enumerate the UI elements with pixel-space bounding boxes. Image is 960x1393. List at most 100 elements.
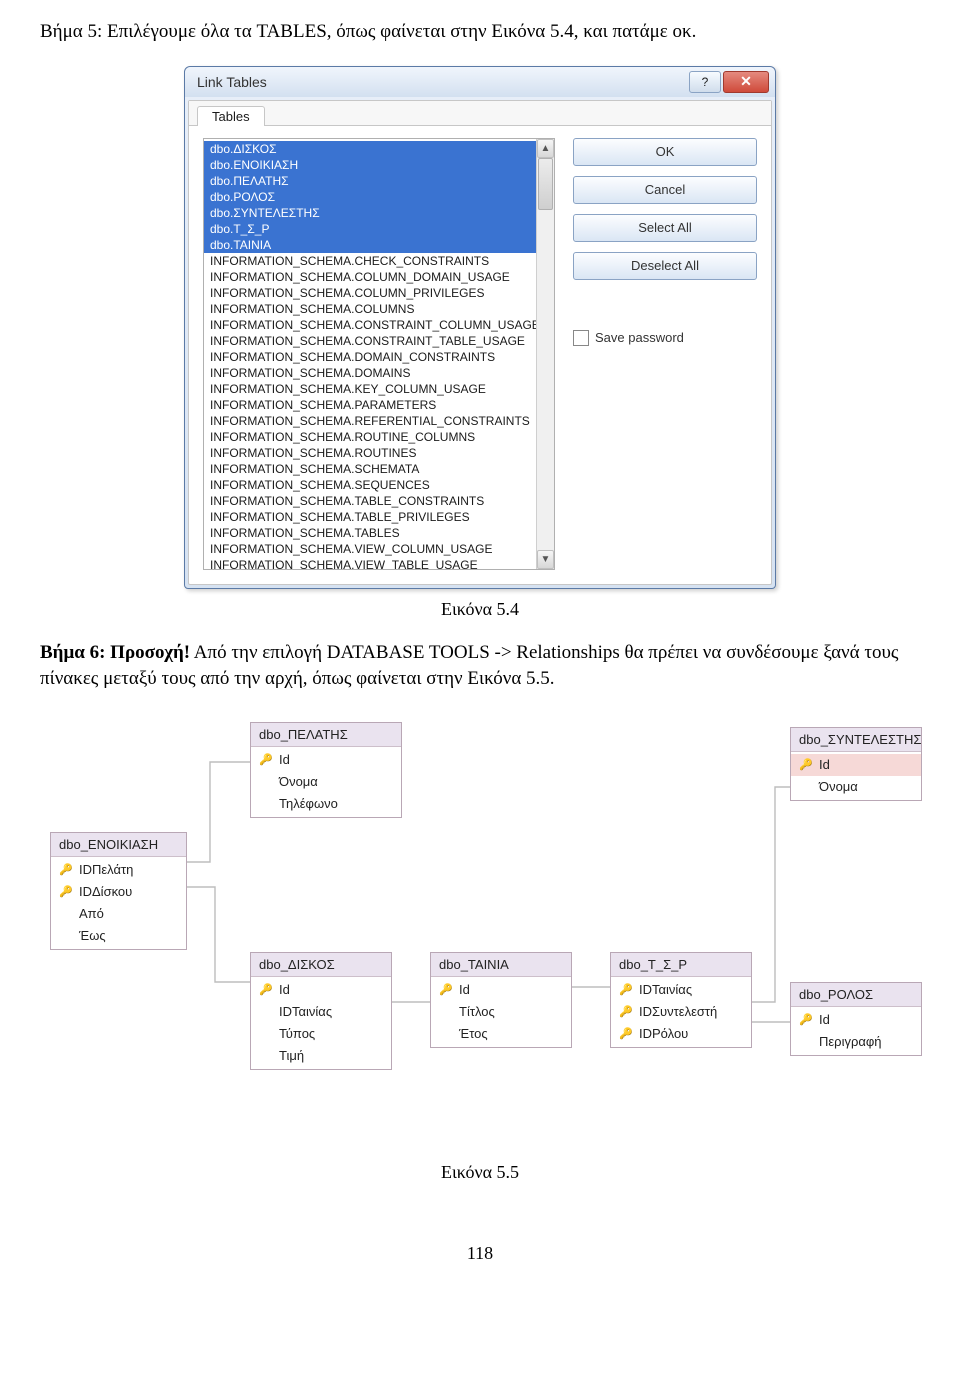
erd-field: Περιγραφή [791, 1031, 921, 1053]
erd-table-tainia[interactable]: dbo_ΤΑΙΝΙΑ 🔑 Id Τίτλος Έτος [430, 952, 572, 1048]
erd-field-label: Τίτλος [459, 1003, 495, 1021]
dialog-titlebar: Link Tables ? ✕ [185, 67, 775, 97]
list-item[interactable]: INFORMATION_SCHEMA.CONSTRAINT_COLUMN_USA… [204, 317, 537, 333]
erd-field: Τίτλος [431, 1001, 571, 1023]
list-item[interactable]: INFORMATION_SCHEMA.COLUMNS [204, 301, 537, 317]
cancel-button[interactable]: Cancel [573, 176, 757, 204]
list-item[interactable]: INFORMATION_SCHEMA.COLUMN_DOMAIN_USAGE [204, 269, 537, 285]
tables-listbox[interactable]: dbo.ΔΙΣΚΟΣdbo.ΕΝΟΙΚΙΑΣΗdbo.ΠΕΛΑΤΗΣdbo.ΡΟ… [203, 138, 555, 570]
list-item[interactable]: INFORMATION_SCHEMA.TABLES [204, 525, 537, 541]
list-item[interactable]: dbo.Τ_Σ_Ρ [204, 221, 537, 237]
key-icon: 🔑 [619, 1003, 633, 1021]
list-item[interactable]: INFORMATION_SCHEMA.TABLE_CONSTRAINTS [204, 493, 537, 509]
key-icon: 🔑 [259, 981, 273, 999]
page-number: 118 [40, 1243, 920, 1264]
link-tables-dialog: Link Tables ? ✕ Tables dbo.ΔΙΣΚΟΣdbo.ΕΝΟ… [184, 66, 776, 589]
save-password-checkbox[interactable] [573, 330, 589, 346]
erd-field: Από [51, 903, 186, 925]
list-item[interactable]: dbo.ΤΑΙΝΙΑ [204, 237, 537, 253]
erd-field: 🔑IDΤαινίας [611, 979, 751, 1001]
scroll-up-icon[interactable]: ▲ [537, 139, 554, 158]
key-icon: 🔑 [799, 756, 813, 774]
erd-field-label: Τηλέφωνο [279, 795, 338, 813]
key-icon: 🔑 [439, 981, 453, 999]
list-item[interactable]: dbo.ΡΟΛΟΣ [204, 189, 537, 205]
key-icon: 🔑 [59, 861, 73, 879]
erd-field-label: Περιγραφή [819, 1033, 882, 1051]
erd-field: 🔑Id [791, 1009, 921, 1031]
help-icon[interactable]: ? [689, 71, 721, 93]
list-item[interactable]: dbo.ΔΙΣΚΟΣ [204, 141, 537, 157]
list-item[interactable]: INFORMATION_SCHEMA.SEQUENCES [204, 477, 537, 493]
list-item[interactable]: INFORMATION_SCHEMA.CONSTRAINT_TABLE_USAG… [204, 333, 537, 349]
erd-field: 🔑IDΡόλου [611, 1023, 751, 1045]
erd-table-title: dbo_Τ_Σ_Ρ [611, 953, 751, 977]
list-item[interactable]: INFORMATION_SCHEMA.TABLE_PRIVILEGES [204, 509, 537, 525]
erd-table-enoikiasi[interactable]: dbo_ΕΝΟΙΚΙΑΣΗ🔑IDΠελάτη🔑IDΔίσκουΑπόΈως [50, 832, 187, 950]
key-icon: 🔑 [619, 1025, 633, 1043]
erd-field-label: Έως [79, 927, 106, 945]
tab-tables[interactable]: Tables [197, 106, 265, 126]
erd-table-title: dbo_ΠΕΛΑΤΗΣ [251, 723, 401, 747]
erd-field: Όνομα [251, 771, 401, 793]
list-item[interactable]: INFORMATION_SCHEMA.REFERENTIAL_CONSTRAIN… [204, 413, 537, 429]
erd-table-diskos[interactable]: dbo_ΔΙΣΚΟΣ🔑IdIDΤαινίαςΤύποςΤιμή [250, 952, 392, 1070]
erd-field: Τιμή [251, 1045, 391, 1067]
erd-field: 🔑 Id [431, 979, 571, 1001]
deselect-all-button[interactable]: Deselect All [573, 252, 757, 280]
erd-field-label: Όνομα [819, 778, 858, 796]
list-item[interactable]: INFORMATION_SCHEMA.DOMAINS [204, 365, 537, 381]
list-item[interactable]: INFORMATION_SCHEMA.SCHEMATA [204, 461, 537, 477]
list-item[interactable]: INFORMATION_SCHEMA.DOMAIN_CONSTRAINTS [204, 349, 537, 365]
erd-field: Όνομα [791, 776, 921, 798]
list-item[interactable]: INFORMATION_SCHEMA.VIEW_TABLE_USAGE [204, 557, 537, 569]
list-item[interactable]: INFORMATION_SCHEMA.VIEW_COLUMN_USAGE [204, 541, 537, 557]
erd-field-label: Id [459, 981, 470, 999]
list-item[interactable]: dbo.ΣΥΝΤΕΛΕΣΤΗΣ [204, 205, 537, 221]
erd-field-label: Id [819, 756, 830, 774]
erd-table-tsp[interactable]: dbo_Τ_Σ_Ρ🔑IDΤαινίας🔑IDΣυντελεστή🔑IDΡόλου [610, 952, 752, 1048]
step5-text: Βήμα 5: Επιλέγουμε όλα τα TABLES, όπως φ… [40, 19, 920, 46]
erd-field-label: IDΣυντελεστή [639, 1003, 717, 1021]
list-item[interactable]: INFORMATION_SCHEMA.KEY_COLUMN_USAGE [204, 381, 537, 397]
erd-field-label: IDΤαινίας [639, 981, 692, 999]
step6-text: Βήμα 6: Προσοχή! Από την επιλογή DATABAS… [40, 640, 920, 693]
erd-table-syntel[interactable]: dbo_ΣΥΝΤΕΛΕΣΤΗΣ 🔑 Id Όνομα [790, 727, 922, 801]
erd-field-label: Όνομα [279, 773, 318, 791]
key-icon: 🔑 [259, 751, 273, 769]
erd-field: 🔑IDΔίσκου [51, 881, 186, 903]
list-item[interactable]: INFORMATION_SCHEMA.CHECK_CONSTRAINTS [204, 253, 537, 269]
erd-table-title: dbo_ΤΑΙΝΙΑ [431, 953, 571, 977]
erd-table-rolos[interactable]: dbo_ΡΟΛΟΣ🔑Id Περιγραφή [790, 982, 922, 1056]
scroll-down-icon[interactable]: ▼ [537, 550, 554, 569]
step6-label: Βήμα 6: Προσοχή! [40, 642, 190, 663]
relationships-diagram: dbo_ΠΕΛΑΤΗΣ🔑IdΌνομαΤηλέφωνο dbo_ΣΥΝΤΕΛΕΣ… [40, 712, 920, 1152]
erd-field-label: IDΤαινίας [279, 1003, 332, 1021]
listbox-scrollbar[interactable]: ▲ ▼ [536, 139, 554, 569]
erd-field-label: Έτος [459, 1025, 488, 1043]
erd-field: 🔑 Id [791, 754, 921, 776]
erd-field: 🔑 IDΠελάτη [51, 859, 186, 881]
erd-field-label: Τιμή [279, 1047, 304, 1065]
erd-table-title: dbo_ΣΥΝΤΕΛΕΣΤΗΣ [791, 728, 921, 752]
close-icon[interactable]: ✕ [723, 71, 769, 93]
key-icon: 🔑 [59, 883, 73, 901]
list-item[interactable]: dbo.ΕΝΟΙΚΙΑΣΗ [204, 157, 537, 173]
erd-field-label: Id [279, 981, 290, 999]
erd-field: 🔑Id [251, 749, 401, 771]
list-item[interactable]: INFORMATION_SCHEMA.ROUTINE_COLUMNS [204, 429, 537, 445]
select-all-button[interactable]: Select All [573, 214, 757, 242]
scroll-thumb[interactable] [538, 158, 553, 210]
erd-table-title: dbo_ΡΟΛΟΣ [791, 983, 921, 1007]
erd-table-pelatis[interactable]: dbo_ΠΕΛΑΤΗΣ🔑Id Όνομα Τηλέφωνο [250, 722, 402, 818]
list-item[interactable]: INFORMATION_SCHEMA.COLUMN_PRIVILEGES [204, 285, 537, 301]
dialog-body: Tables dbo.ΔΙΣΚΟΣdbo.ΕΝΟΙΚΙΑΣΗdbo.ΠΕΛΑΤΗ… [188, 100, 772, 585]
erd-field: Τύπος [251, 1023, 391, 1045]
erd-field: Τηλέφωνο [251, 793, 401, 815]
list-item[interactable]: dbo.ΠΕΛΑΤΗΣ [204, 173, 537, 189]
tab-strip: Tables [189, 101, 771, 126]
ok-button[interactable]: OK [573, 138, 757, 166]
erd-field-label: IDΠελάτη [79, 861, 133, 879]
list-item[interactable]: INFORMATION_SCHEMA.ROUTINES [204, 445, 537, 461]
list-item[interactable]: INFORMATION_SCHEMA.PARAMETERS [204, 397, 537, 413]
